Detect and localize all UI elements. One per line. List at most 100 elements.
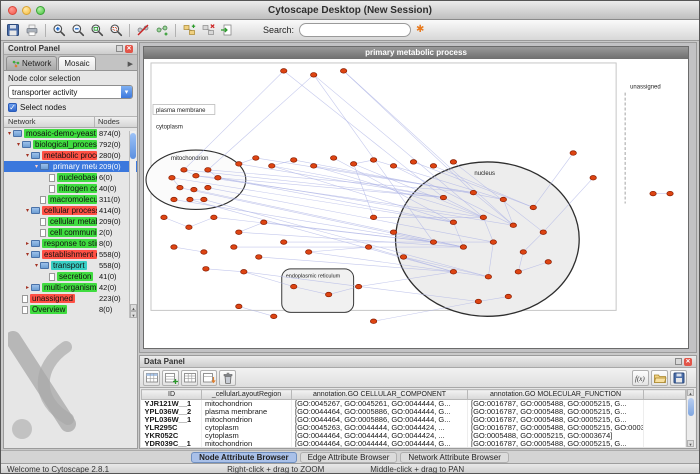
- node[interactable]: [193, 174, 199, 179]
- show-all-button[interactable]: [153, 22, 171, 39]
- scrollbar-thumb[interactable]: [688, 398, 694, 416]
- table-cell[interactable]: [GO:0016787, GO:0005488, GO:0005215, G..…: [468, 440, 644, 447]
- search-input[interactable]: [299, 23, 411, 37]
- save-session-button[interactable]: [4, 22, 22, 39]
- node[interactable]: [241, 270, 247, 275]
- table-row[interactable]: YPL036W__2plasma membrane[GO:0044464, GO…: [142, 408, 686, 416]
- node[interactable]: [530, 205, 536, 210]
- node[interactable]: [340, 69, 346, 74]
- node[interactable]: [201, 197, 207, 202]
- node[interactable]: [650, 191, 656, 196]
- node[interactable]: [590, 175, 596, 180]
- node[interactable]: [161, 215, 167, 220]
- tree-row[interactable]: ▾transport558(0): [4, 260, 137, 271]
- tree-expander-icon[interactable]: ▸: [24, 284, 31, 291]
- column-header[interactable]: ID: [142, 390, 202, 400]
- attribute-grid-button[interactable]: [181, 370, 198, 386]
- float-panel-icon[interactable]: [675, 358, 682, 365]
- node[interactable]: [450, 160, 456, 165]
- tree-row[interactable]: ▸response to stimul...8(0): [4, 238, 137, 249]
- scroll-down-icon[interactable]: ▼: [130, 311, 137, 318]
- table-cell[interactable]: [GO:0044464, GO:0044444, GO:0044444, G..…: [292, 440, 468, 447]
- select-attributes-button[interactable]: [143, 370, 160, 386]
- node[interactable]: [450, 220, 456, 225]
- table-cell[interactable]: YJR121W__1: [142, 400, 202, 409]
- table-cell[interactable]: [GO:0016787, GO:0005488, GO:0005215, G..…: [468, 408, 644, 416]
- table-cell[interactable]: [GO:0044464, GO:0044444, GO:0044424, ...: [292, 432, 468, 440]
- tab-network[interactable]: Network: [6, 56, 57, 70]
- table-cell[interactable]: mitochondrion: [202, 416, 292, 424]
- import-network-button[interactable]: [218, 22, 236, 39]
- tree-expander-icon[interactable]: ▾: [6, 130, 13, 137]
- tree-row[interactable]: ▾metabolic process280(0): [4, 150, 137, 161]
- print-button[interactable]: [23, 22, 41, 39]
- tree-row[interactable]: unassigned223(0): [4, 293, 137, 304]
- tree-col-nodes[interactable]: Nodes: [95, 117, 137, 127]
- node[interactable]: [505, 294, 511, 299]
- node[interactable]: [291, 158, 297, 163]
- node[interactable]: [236, 230, 242, 235]
- column-header[interactable]: annotation.GO CELLULAR_COMPONENT: [292, 390, 468, 400]
- close-panel-icon[interactable]: ✕: [125, 45, 133, 53]
- tree-row[interactable]: macromolecule...311(0): [4, 194, 137, 205]
- tab-scroll-right-icon[interactable]: ▶: [128, 60, 135, 70]
- table-cell[interactable]: [GO:0005488, GO:0005215, GO:0003674]: [468, 432, 644, 440]
- node[interactable]: [370, 215, 376, 220]
- tab-network-attribute-browser[interactable]: Network Attribute Browser: [400, 452, 508, 463]
- node[interactable]: [306, 250, 312, 255]
- node[interactable]: [470, 190, 476, 195]
- node[interactable]: [400, 255, 406, 260]
- node[interactable]: [310, 164, 316, 169]
- node[interactable]: [365, 245, 371, 250]
- tree-expander-icon[interactable]: ▾: [24, 152, 31, 159]
- tree-row[interactable]: cell communica...2(0): [4, 227, 137, 238]
- node[interactable]: [211, 215, 217, 220]
- node[interactable]: [291, 284, 297, 289]
- tree-row[interactable]: ▾biological_process792(0): [4, 139, 137, 150]
- tree-row[interactable]: nitrogen compo...40(0): [4, 183, 137, 194]
- attribute-batch-button[interactable]: [200, 370, 217, 386]
- node[interactable]: [570, 151, 576, 156]
- node[interactable]: [191, 187, 197, 192]
- color-attribute-dropdown[interactable]: transporter activity ▾: [8, 85, 133, 99]
- node[interactable]: [667, 191, 673, 196]
- node[interactable]: [201, 250, 207, 255]
- node[interactable]: [271, 314, 277, 319]
- node[interactable]: [236, 162, 242, 167]
- hide-selected-button[interactable]: [134, 22, 152, 39]
- node[interactable]: [460, 245, 466, 250]
- create-attribute-button[interactable]: [162, 370, 179, 386]
- node[interactable]: [325, 292, 331, 297]
- node[interactable]: [236, 304, 242, 309]
- node[interactable]: [350, 162, 356, 167]
- zoom-in-button[interactable]: [50, 22, 68, 39]
- column-header[interactable]: _cellularLayoutRegion: [202, 390, 292, 400]
- tree-expander-icon[interactable]: ▾: [33, 262, 40, 269]
- node[interactable]: [450, 270, 456, 275]
- network-view-title[interactable]: primary metabolic process: [144, 47, 688, 59]
- table-cell[interactable]: YPL036W__2: [142, 408, 202, 416]
- node[interactable]: [370, 158, 376, 163]
- node[interactable]: [330, 156, 336, 161]
- table-cell[interactable]: [GO:0045267, GO:0045261, GO:0044444, G..…: [292, 400, 468, 409]
- node[interactable]: [510, 223, 516, 228]
- tree-row[interactable]: cellular metabo...209(0): [4, 216, 137, 227]
- open-file-button[interactable]: [651, 370, 668, 386]
- node[interactable]: [390, 164, 396, 169]
- table-row[interactable]: YPL036W__1mitochondrion[GO:0044464, GO:0…: [142, 416, 686, 424]
- formula-button[interactable]: f(x): [632, 370, 649, 386]
- scroll-up-icon[interactable]: ▲: [130, 304, 137, 311]
- table-cell[interactable]: YPL036W__1: [142, 416, 202, 424]
- tree-row[interactable]: ▾cellular process414(0): [4, 205, 137, 216]
- table-cell[interactable]: plasma membrane: [202, 408, 292, 416]
- titlebar[interactable]: Cytoscape Desktop (New Session): [1, 1, 699, 20]
- tree-row[interactable]: Overview8(0): [4, 304, 137, 315]
- table-scrollbar[interactable]: ▲ ▼: [686, 389, 695, 447]
- node[interactable]: [310, 73, 316, 78]
- tree-expander-icon[interactable]: ▾: [24, 251, 31, 258]
- scrollbar-thumb[interactable]: [130, 133, 136, 159]
- node[interactable]: [256, 255, 262, 260]
- tab-node-attribute-browser[interactable]: Node Attribute Browser: [191, 452, 297, 463]
- table-cell[interactable]: [GO:0044464, GO:0005886, GO:0044444, G..…: [292, 416, 468, 424]
- network-canvas[interactable]: plasma membranecytoplasmmitochondrionnuc…: [144, 59, 688, 348]
